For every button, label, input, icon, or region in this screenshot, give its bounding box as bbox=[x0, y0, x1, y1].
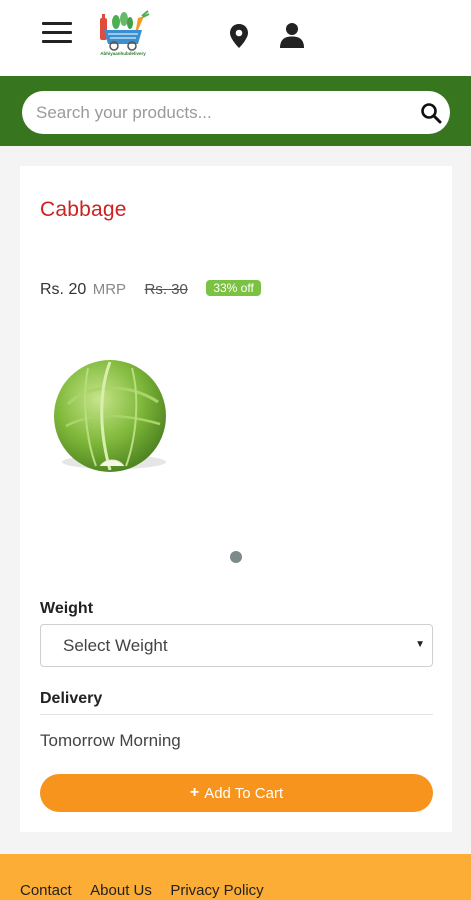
location-pin-icon[interactable] bbox=[229, 23, 249, 49]
search-icon[interactable] bbox=[420, 102, 442, 124]
footer-links: Contact About Us Privacy Policy bbox=[20, 882, 278, 900]
weight-label: Weight bbox=[40, 600, 94, 617]
hamburger-line bbox=[42, 22, 72, 25]
delivery-divider bbox=[40, 714, 433, 715]
footer-link-about-us[interactable]: About Us bbox=[90, 882, 152, 899]
delivery-value: Tomorrow Morning bbox=[40, 731, 181, 750]
delivery-label: Delivery bbox=[40, 690, 103, 707]
weight-select[interactable]: Select Weight ▼ bbox=[40, 624, 433, 667]
footer-link-privacy-policy[interactable]: Privacy Policy bbox=[170, 882, 263, 899]
product-card: Cabbage Rs. 20 MRP Rs. 30 33% off Weight… bbox=[20, 166, 452, 832]
discount-badge: 33% off bbox=[206, 280, 261, 296]
product-image[interactable] bbox=[48, 354, 178, 484]
chevron-down-icon: ▼ bbox=[415, 639, 425, 650]
hamburger-line bbox=[42, 40, 72, 43]
logo-graphic bbox=[100, 10, 150, 51]
hamburger-line bbox=[42, 31, 72, 34]
carousel-dot[interactable] bbox=[230, 551, 242, 563]
price-row: Rs. 20 MRP Rs. 30 33% off bbox=[40, 280, 261, 302]
plus-icon: + bbox=[189, 784, 200, 801]
search-bar-band bbox=[0, 76, 471, 146]
selling-price: Rs. 20 bbox=[40, 281, 87, 298]
search-input[interactable] bbox=[36, 91, 406, 134]
search-box bbox=[22, 91, 450, 134]
product-title: Cabbage bbox=[40, 198, 127, 221]
original-price: Rs. 30 bbox=[144, 281, 188, 298]
brand-logo[interactable]: Abhiyaanhubdelivery bbox=[94, 10, 152, 60]
add-to-cart-label: Add To Cart bbox=[204, 784, 284, 802]
user-icon[interactable] bbox=[279, 22, 305, 48]
footer: Contact About Us Privacy Policy bbox=[0, 854, 471, 900]
weight-select-value: Select Weight bbox=[63, 636, 168, 655]
add-to-cart-button[interactable]: + Add To Cart bbox=[40, 774, 433, 812]
hamburger-menu-icon[interactable] bbox=[42, 20, 72, 44]
top-header: Abhiyaanhubdelivery bbox=[0, 0, 471, 76]
footer-link-contact[interactable]: Contact bbox=[20, 882, 72, 899]
logo-text: Abhiyaanhubdelivery bbox=[100, 51, 146, 56]
mrp-label: MRP bbox=[92, 281, 127, 298]
